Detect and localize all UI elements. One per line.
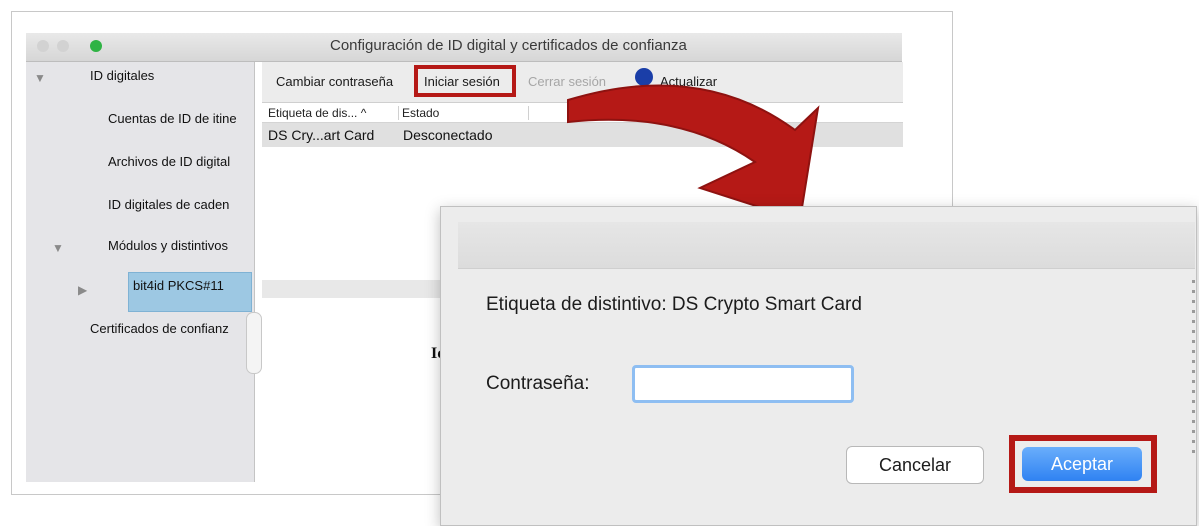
sidebar-item-bit4id[interactable]: bit4id PKCS#11	[133, 278, 248, 293]
sidebar-item-cadena[interactable]: ID digitales de caden	[108, 197, 246, 212]
sidebar-item-modulos[interactable]: Módulos y distintivos	[108, 238, 248, 253]
column-divider	[398, 106, 399, 120]
password-label: Contraseña:	[486, 373, 590, 394]
sidebar-item-certificados[interactable]: Certificados de confianz	[90, 321, 246, 336]
minimize-window-button[interactable]	[57, 40, 69, 52]
disclosure-triangle-down-icon[interactable]: ▼	[52, 241, 64, 255]
dialog-edge-detail	[1192, 280, 1195, 460]
change-password-button[interactable]: Cambiar contraseña	[276, 74, 393, 89]
details-pane-divider	[262, 280, 462, 298]
column-header-etiqueta[interactable]: Etiqueta de dis... ^	[268, 106, 366, 120]
table-cell-status: Desconectado	[403, 127, 493, 143]
splitter-handle[interactable]	[246, 312, 262, 374]
window-title: Configuración de ID digital y certificad…	[330, 37, 687, 54]
table-cell-label: DS Cry...art Card	[268, 127, 375, 143]
sidebar-item-archivos[interactable]: Archivos de ID digital	[108, 154, 246, 169]
disclosure-triangle-down-icon[interactable]: ▼	[34, 71, 46, 85]
column-divider	[528, 106, 529, 120]
sidebar-item-cuentas[interactable]: Cuentas de ID de itine	[108, 111, 246, 126]
login-button-highlight	[414, 65, 516, 97]
password-field[interactable]	[632, 365, 854, 403]
cancel-button[interactable]: Cancelar	[846, 446, 984, 484]
column-header-estado[interactable]: Estado	[402, 106, 439, 120]
accept-button-highlight	[1009, 435, 1157, 493]
zoom-window-button[interactable]	[90, 40, 102, 52]
dialog-title-bar	[458, 222, 1195, 269]
close-window-button[interactable]	[37, 40, 49, 52]
token-label-text: Etiqueta de distintivo: DS Crypto Smart …	[486, 294, 862, 315]
sidebar-item-id-digitales[interactable]: ID digitales	[90, 68, 240, 83]
disclosure-triangle-right-icon[interactable]: ▶	[78, 283, 87, 297]
